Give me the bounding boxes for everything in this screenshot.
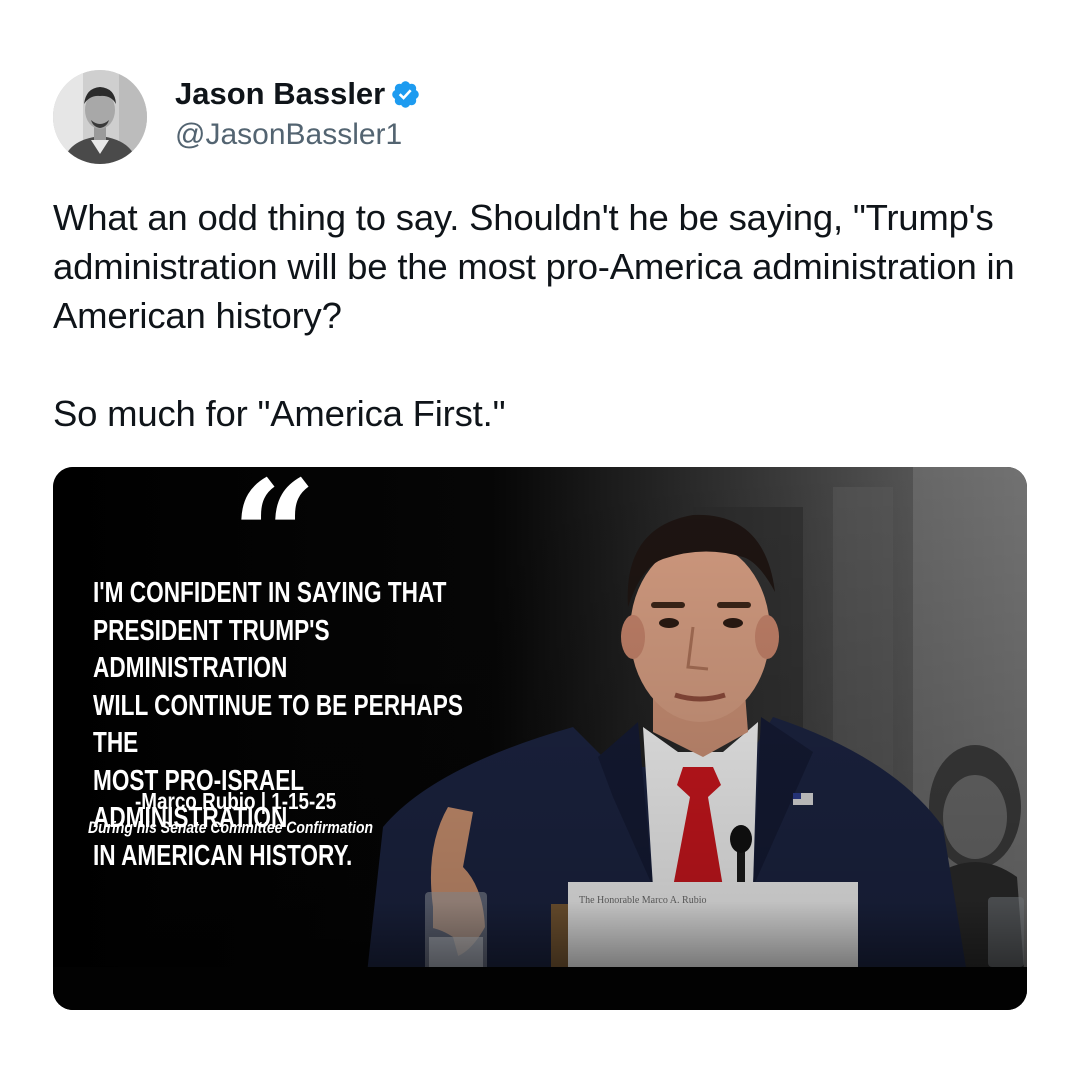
avatar[interactable]	[53, 70, 147, 164]
placard-text: The Honorable Marco A. Rubio	[579, 895, 707, 906]
tweet-media-image[interactable]: The Honorable Marco A. Rubio “ I'm confi…	[53, 467, 1027, 1010]
tweet-header: Jason Bassler @JasonBassler1	[53, 70, 421, 164]
tweet-text: What an odd thing to say. Shouldn't he b…	[53, 197, 1015, 434]
avatar-image	[53, 70, 147, 164]
quote-attribution: -Marco Rubio | 1-15-25	[135, 788, 337, 814]
display-name[interactable]: Jason Bassler	[175, 74, 385, 114]
verified-badge-icon	[390, 79, 421, 110]
display-name-row: Jason Bassler	[175, 74, 421, 114]
quote-attribution-subtitle: During his Senate Committee Confirmation	[88, 818, 374, 837]
handle[interactable]: @JasonBassler1	[175, 116, 421, 154]
author-names: Jason Bassler @JasonBassler1	[175, 74, 421, 154]
